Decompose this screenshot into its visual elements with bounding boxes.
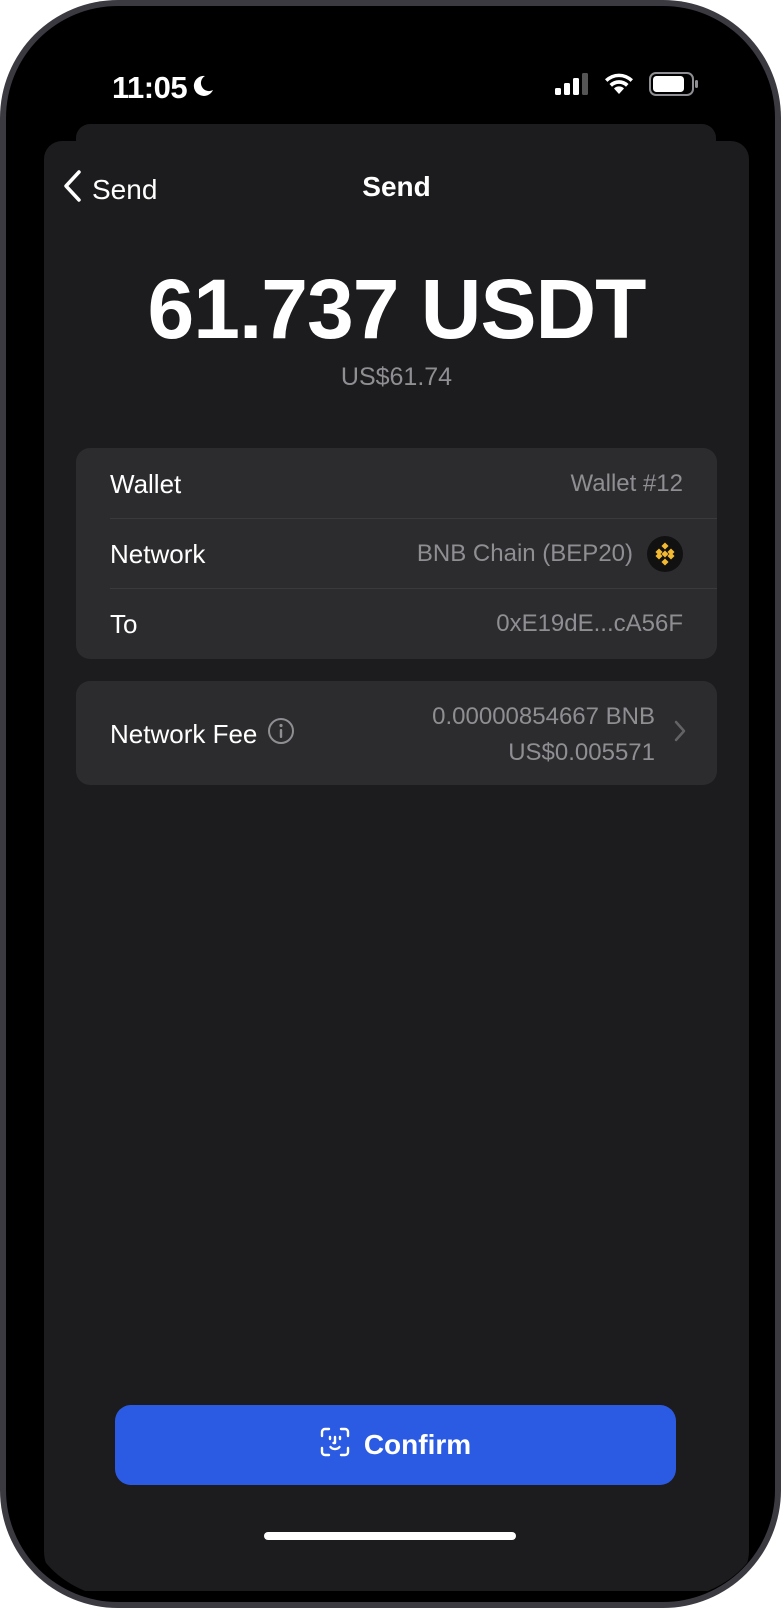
network-value: BNB Chain (BEP20) [416,540,633,567]
to-label: To [110,608,138,639]
status-time-text: 11:05 [112,70,188,105]
send-sheet: Send Send 61.737 USDT US$61.74 Wallet Wa… [44,141,749,1591]
cellular-signal-icon [555,73,589,100]
info-icon[interactable] [267,717,295,752]
send-amount-fiat: US$61.74 [340,363,453,391]
phone-bezel: 11:05 Send Send 61.737 USDT US$61.74 Wal… [6,6,775,1602]
to-address-value: 0xE19dE...cA56F [496,610,683,637]
network-fee-card[interactable]: Network Fee 0.00000854667 BNB US$0.00557… [76,681,717,785]
transaction-details-card: Wallet Wallet #12 Network BNB Chain (BEP… [76,448,717,659]
battery-icon [649,72,699,101]
network-value-group: BNB Chain (BEP20) [417,536,683,572]
wallet-row: Wallet Wallet #12 [110,448,717,520]
network-fee-label: Network Fee [110,719,258,749]
status-bar-right [555,72,699,101]
recipient-row: To 0xE19dE...cA56F [110,588,717,660]
wallet-label: Wallet [110,468,182,499]
home-indicator[interactable] [264,1532,516,1540]
screen: 11:05 Send Send 61.737 USDT US$61.74 Wal… [22,22,771,1598]
face-id-icon [320,1427,350,1464]
wifi-icon [603,72,635,101]
page-title: Send [362,171,431,202]
wallet-value: Wallet #12 [570,470,684,497]
network-label: Network [110,538,206,569]
network-fee-crypto: 0.00000854667 BNB [432,703,655,730]
send-amount: 61.737 USDT [147,262,647,356]
status-bar-time: 11:05 [112,70,215,106]
navigation-bar: Send Send [44,141,749,231]
network-fee-fiat: US$0.005571 [508,739,655,766]
chevron-right-icon [673,719,687,748]
confirm-button[interactable]: Confirm [115,1405,676,1485]
network-row: Network BNB Chain (BEP20) [110,518,717,590]
bnb-chain-icon [647,536,683,572]
network-fee-label-group: Network Fee [110,717,295,752]
phone-frame: 11:05 Send Send 61.737 USDT US$61.74 Wal… [0,0,781,1608]
network-fee-values: 0.00000854667 BNB US$0.005571 [432,699,655,771]
confirm-button-label: Confirm [363,1429,472,1460]
moon-icon [191,70,215,106]
